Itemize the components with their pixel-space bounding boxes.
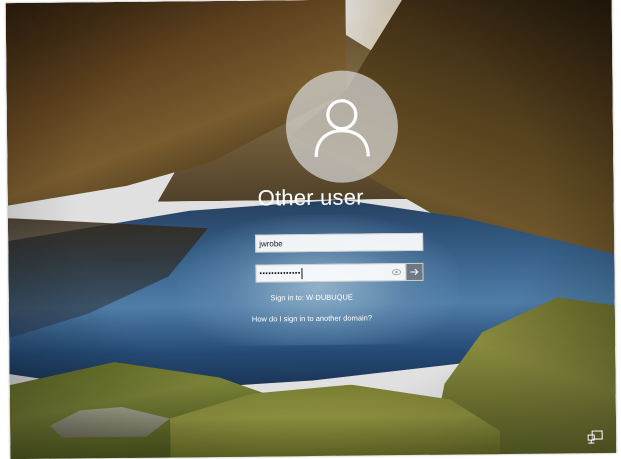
username-value: jwrobe <box>259 239 283 248</box>
user-avatar <box>285 70 398 183</box>
lock-screen: Other user jwrobe •••••••••••••• Sign in… <box>6 0 617 459</box>
background-photo <box>6 0 617 459</box>
username-field[interactable]: jwrobe <box>255 233 423 253</box>
eye-icon[interactable] <box>391 267 401 277</box>
password-mask: •••••••••••••• <box>259 270 300 277</box>
password-field[interactable]: •••••••••••••• <box>255 263 405 283</box>
submit-button[interactable] <box>405 263 423 281</box>
network-icon[interactable] <box>587 430 603 444</box>
arrow-right-icon <box>409 267 419 277</box>
user-silhouette-icon <box>312 94 373 159</box>
text-caret <box>302 268 303 279</box>
